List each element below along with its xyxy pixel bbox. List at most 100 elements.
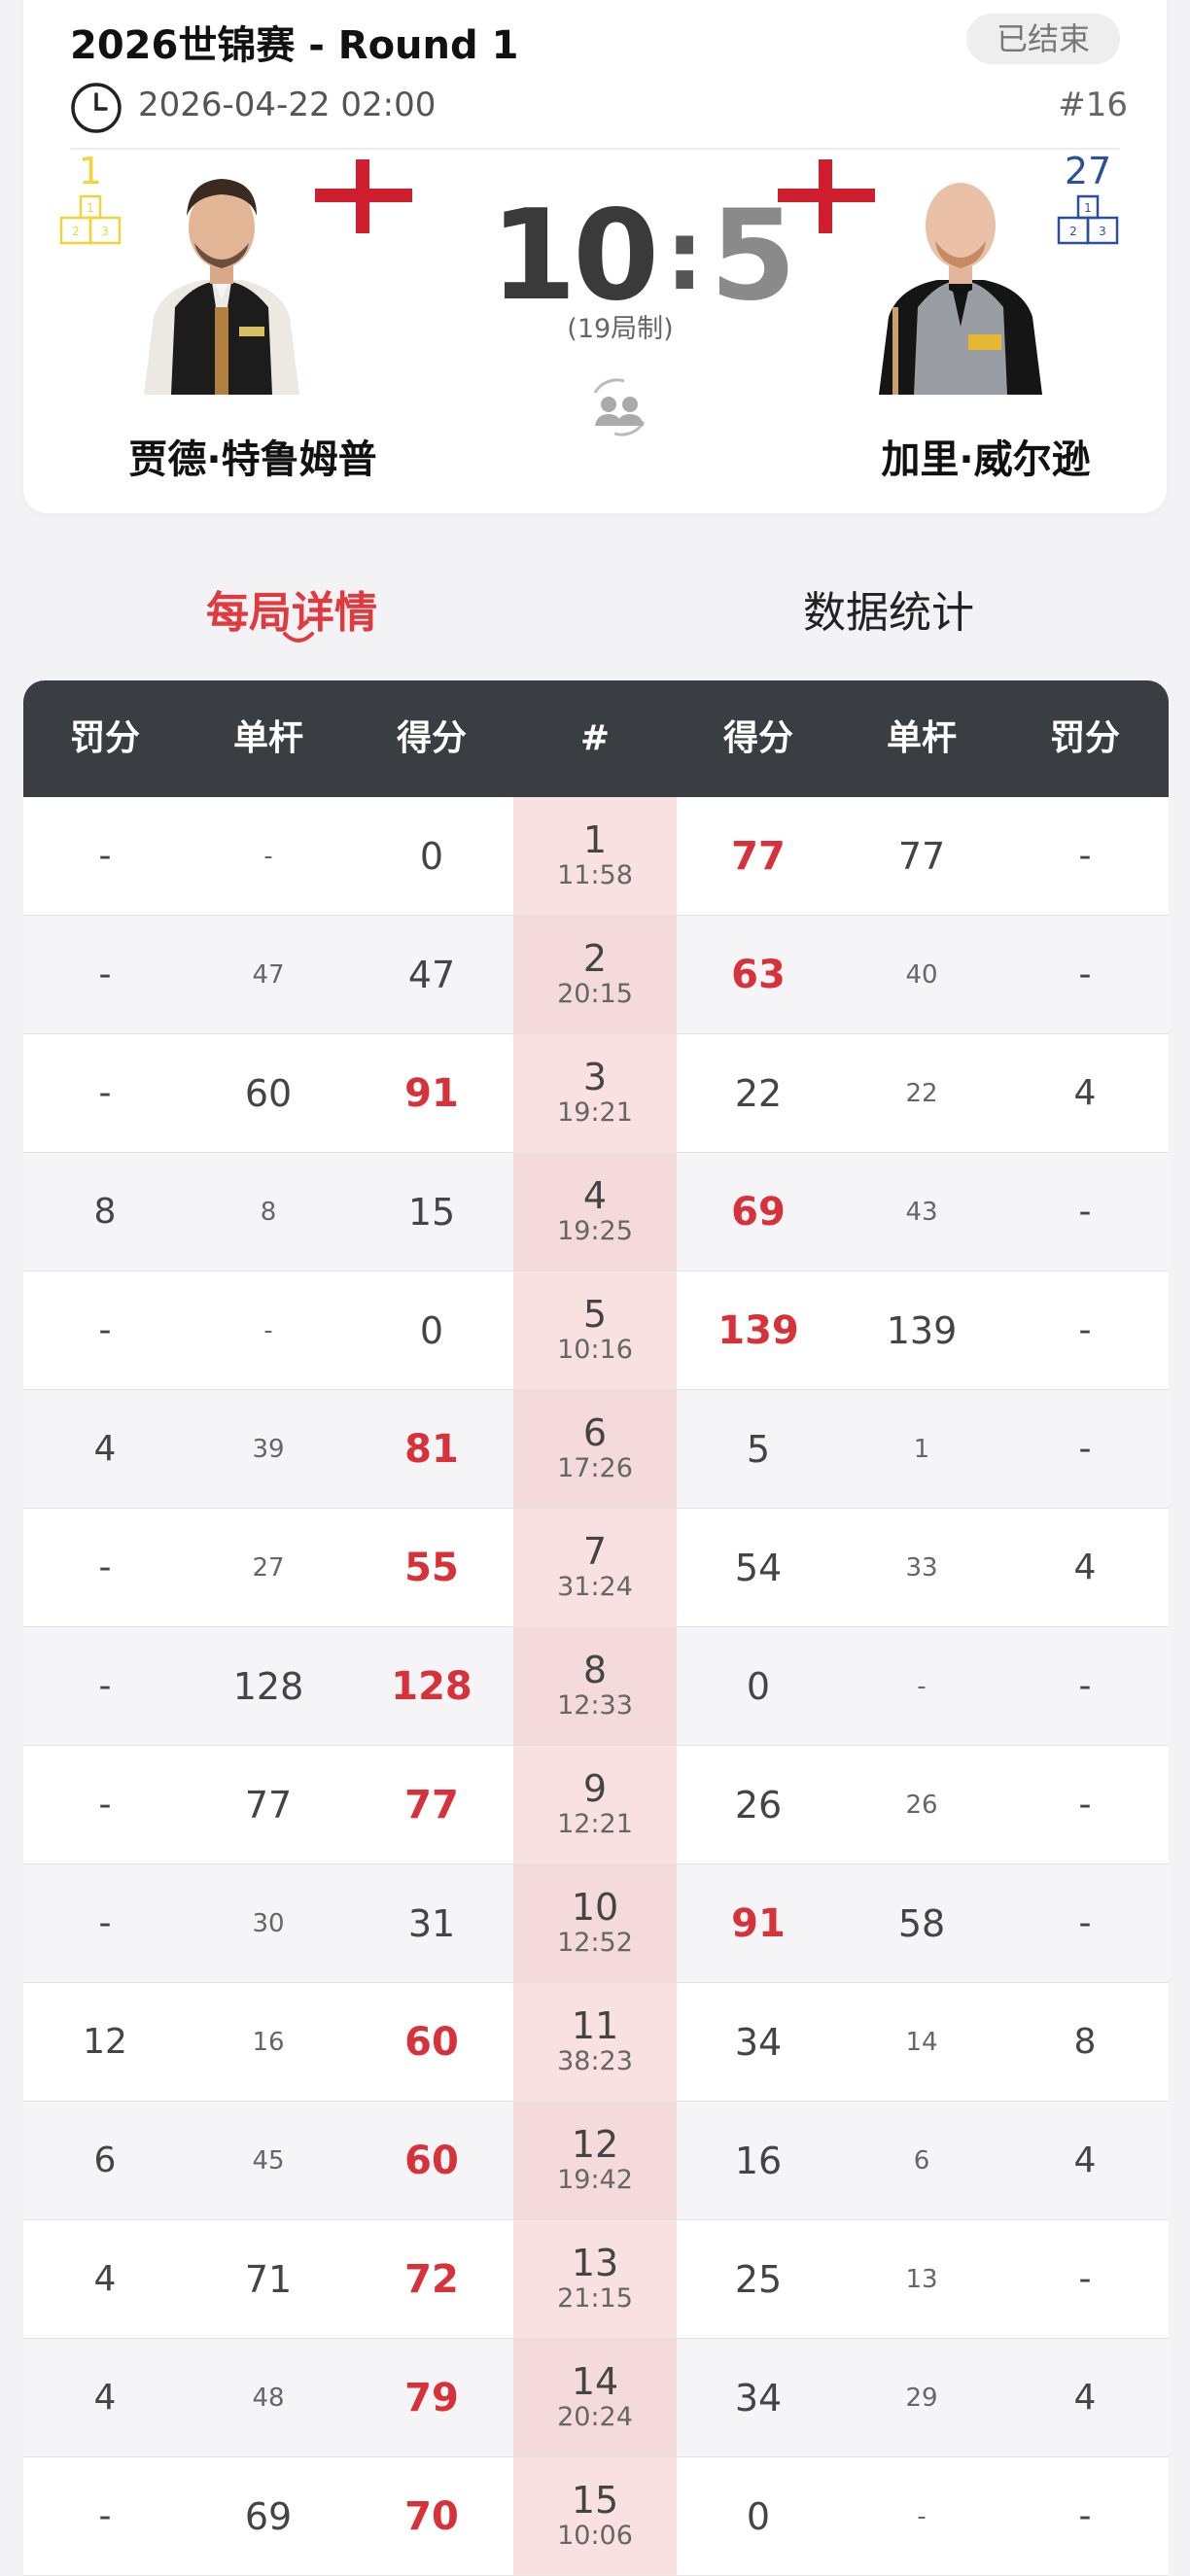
frame-duration: 20:15 <box>557 978 633 1009</box>
left-penalty: 4 <box>93 2378 117 2418</box>
svg-text:2: 2 <box>72 225 80 238</box>
frame-cell: 4 19:25 <box>513 1153 677 1271</box>
left-break: - <box>263 841 273 871</box>
left-penalty: - <box>98 1903 112 1943</box>
frame-cell: 12 19:42 <box>513 2102 677 2219</box>
active-tab-indicator <box>283 632 314 643</box>
frame-duration: 11:58 <box>557 859 633 890</box>
left-break: 8 <box>260 1197 277 1227</box>
right-penalty: 4 <box>1073 1548 1097 1587</box>
right-break: 6 <box>913 2145 930 2176</box>
frame-number: 8 <box>582 1648 608 1691</box>
table-row: - - 0 1 11:58 77 77 - <box>23 797 1169 916</box>
left-break: 71 <box>244 2257 293 2301</box>
left-penalty: 4 <box>93 2259 117 2299</box>
left-penalty: 6 <box>93 2141 117 2180</box>
clock-icon <box>71 83 122 133</box>
frame-cell: 5 10:16 <box>513 1271 677 1389</box>
match-datetime: 2026-04-22 02:00 <box>138 86 437 124</box>
frame-cell: 13 21:15 <box>513 2220 677 2338</box>
right-score: 34 <box>734 2376 783 2419</box>
table-row: 4 71 72 13 21:15 25 13- <box>23 2220 1169 2339</box>
left-penalty: - <box>98 1310 112 1350</box>
podium-icon: 1 2 3 <box>1057 194 1119 245</box>
right-penalty: - <box>1078 955 1092 994</box>
left-break: 30 <box>252 1908 285 1938</box>
right-penalty: - <box>1078 1666 1092 1706</box>
frame-cell: 2 20:15 <box>513 916 677 1033</box>
left-score: 47 <box>407 953 456 996</box>
frame-number: 4 <box>582 1173 608 1217</box>
england-flag-icon <box>778 159 875 233</box>
frame-number: 14 <box>571 2359 619 2403</box>
left-penalty: - <box>98 1548 112 1587</box>
left-break: 128 <box>232 1664 304 1708</box>
left-player-avatar <box>144 179 299 395</box>
right-penalty: 8 <box>1073 2022 1097 2062</box>
header-frame-number: # <box>579 718 611 758</box>
table-row: - 128 128 8 12:33 0 - - <box>23 1627 1169 1746</box>
frame-number: 2 <box>582 936 608 980</box>
status-badge: 已结束 <box>966 14 1120 64</box>
table-row: - - 0 5 10:16 139 139 - <box>23 1271 1169 1390</box>
table-row: - 69 70 15 10:06 0 - - <box>23 2457 1169 2576</box>
left-score: 60 <box>404 2019 459 2065</box>
left-score: 15 <box>407 1190 456 1234</box>
table-row: 4 48 79 14 20:24 34 29 4 <box>23 2339 1169 2457</box>
left-break: 27 <box>252 1552 285 1583</box>
right-penalty: - <box>1078 1785 1092 1825</box>
right-penalty: - <box>1078 1310 1092 1350</box>
svg-text:1: 1 <box>1084 201 1092 215</box>
right-player-name[interactable]: 加里·威尔逊 <box>811 428 1161 484</box>
frame-duration: 12:21 <box>557 1808 633 1839</box>
left-score: 31 <box>407 1901 456 1945</box>
right-break: 26 <box>905 1790 938 1820</box>
right-score: 0 <box>746 2494 771 2538</box>
table-header: 罚分 单杆 得分 # 得分 单杆 罚分 <box>23 680 1169 797</box>
frame-duration: 21:15 <box>557 2282 633 2314</box>
left-score: 91 <box>404 1070 459 1116</box>
frame-number: 15 <box>571 2478 619 2522</box>
table-row: 8 8 15 4 19:25 69 43 - <box>23 1153 1169 1271</box>
left-penalty: - <box>98 1785 112 1825</box>
frame-cell: 7 31:24 <box>513 1509 677 1626</box>
frame-duration: 17:26 <box>557 1452 633 1483</box>
match-header-card: 2026世锦赛 - Round 1 已结束 2026-04-22 02:00 #… <box>23 0 1167 513</box>
frame-number: 10 <box>571 1885 619 1929</box>
frame-cell: 6 17:26 <box>513 1390 677 1508</box>
match-title: 2026世锦赛 - Round 1 <box>70 23 519 68</box>
left-penalty: 8 <box>93 1192 117 1232</box>
table-row: 12 16 60 11 38:23 34 14 8 <box>23 1983 1169 2102</box>
head-to-head-icon[interactable] <box>585 375 653 439</box>
right-penalty: 4 <box>1073 2141 1097 2180</box>
left-score: 72 <box>404 2256 459 2302</box>
right-score: 0 <box>746 1664 771 1708</box>
frame-cell: 3 19:21 <box>513 1034 677 1152</box>
left-player-name[interactable]: 贾德·特鲁姆普 <box>78 428 428 484</box>
right-penalty: - <box>1078 2496 1092 2536</box>
match-score: 10:5 <box>490 194 796 319</box>
podium-icon: 1 2 3 <box>59 194 122 245</box>
frame-duration: 38:23 <box>557 2045 633 2076</box>
left-penalty: - <box>98 836 112 876</box>
right-break: - <box>917 2501 927 2531</box>
tab-statistics[interactable]: 数据统计 <box>803 577 974 640</box>
header-left-penalty: 罚分 <box>69 718 140 758</box>
left-break: 45 <box>252 2145 285 2176</box>
left-penalty: - <box>98 1073 112 1113</box>
left-penalty: - <box>98 955 112 994</box>
left-score: 79 <box>404 2375 459 2420</box>
table-body: - -0 1 11:58 77 77- -47 47 2 20:15 63 40- -60 91 3 19:2… <box>23 797 1169 2576</box>
frame-number: 12 <box>571 2122 619 2166</box>
right-penalty: - <box>1078 1429 1092 1469</box>
left-score: 60 <box>404 2138 459 2183</box>
left-break: 47 <box>252 959 285 990</box>
right-score: 69 <box>731 1189 786 1235</box>
table-row: 4 39 81 6 17:26 5 1 - <box>23 1390 1169 1509</box>
left-break: 16 <box>252 2027 285 2057</box>
left-break: - <box>263 1315 273 1345</box>
right-break: 40 <box>905 959 938 990</box>
frame-number: 3 <box>582 1055 608 1098</box>
right-score: 26 <box>734 1783 783 1827</box>
left-penalty: 4 <box>93 1429 117 1469</box>
